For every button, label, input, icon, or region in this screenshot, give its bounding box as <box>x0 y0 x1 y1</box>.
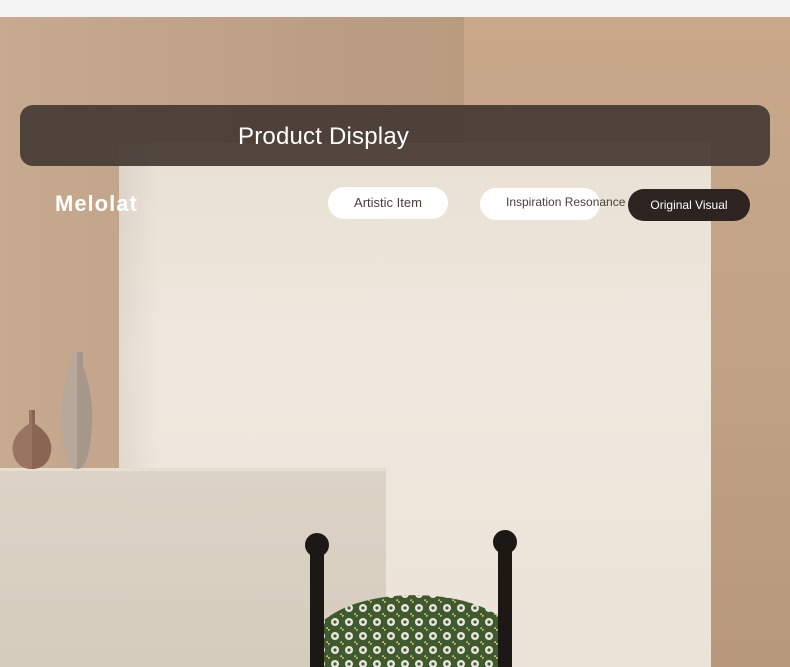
tab-original-visual[interactable]: Original Visual <box>628 189 750 221</box>
banner-title: Product Display <box>238 123 410 150</box>
brand-logo: Melolat <box>55 191 138 216</box>
top-strip <box>0 0 790 17</box>
tab-artistic-item[interactable]: Artistic Item <box>328 187 448 219</box>
tall-vase-icon <box>61 352 93 469</box>
header-banner: Product Display <box>20 105 770 166</box>
chair-icon <box>305 530 517 667</box>
tab-inspiration-resonance-label: Inspiration Resonance <box>506 195 626 209</box>
small-vase-icon <box>12 410 52 469</box>
low-block-edge <box>0 468 386 471</box>
